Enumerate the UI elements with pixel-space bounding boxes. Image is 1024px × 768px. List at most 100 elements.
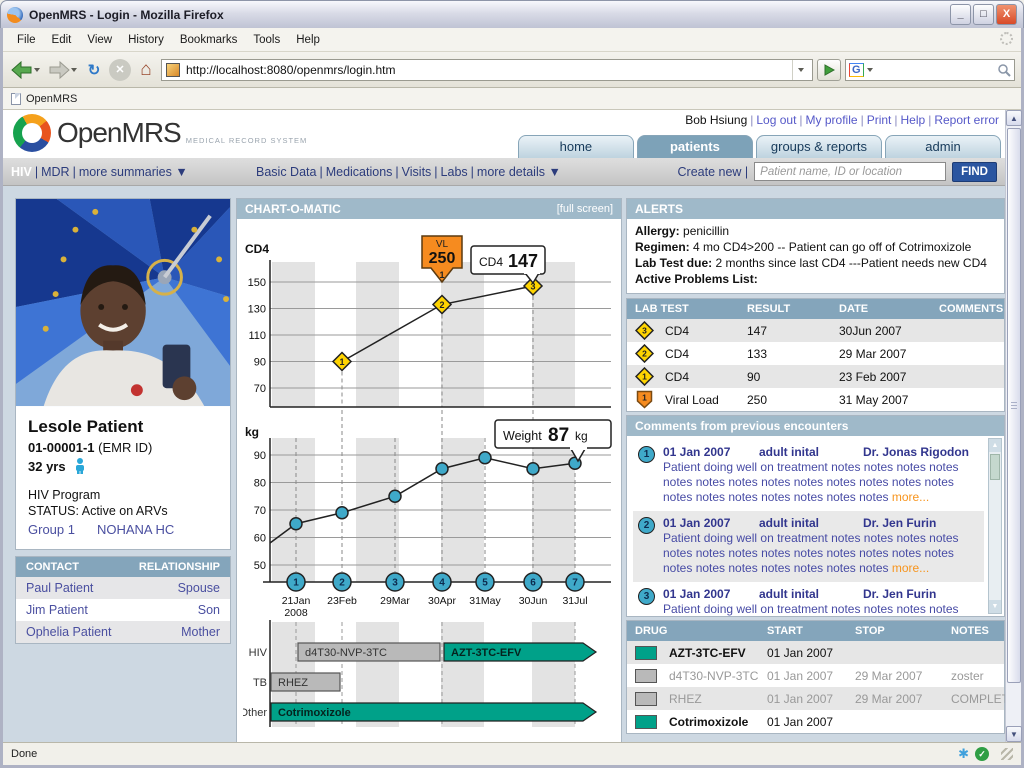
site-link[interactable]: NOHANA HC — [97, 522, 174, 537]
separator: | — [73, 165, 76, 179]
svg-text:2008: 2008 — [284, 607, 308, 619]
group-link[interactable]: Group 1 — [28, 522, 75, 537]
tab-home[interactable]: home — [518, 135, 634, 158]
more-link[interactable]: more... — [892, 561, 929, 575]
go-button[interactable] — [817, 59, 841, 81]
svg-text:AZT-3TC-EFV: AZT-3TC-EFV — [451, 647, 522, 659]
tab-admin[interactable]: admin — [885, 135, 1001, 158]
drug-header-stop: STOP — [855, 625, 951, 637]
link-my-profile[interactable]: My profile — [806, 113, 858, 127]
scrollbar-up-icon[interactable]: ▲ — [1006, 110, 1022, 126]
encounter-entry: 201 Jan 2007adult initalDr. Jen FurinPat… — [633, 511, 984, 582]
menu-view[interactable]: View — [79, 31, 120, 49]
alert-label: Lab Test due: — [635, 256, 712, 270]
scroll-up-icon[interactable]: ▲ — [989, 439, 1001, 452]
separator: | — [894, 113, 897, 127]
menu-tools[interactable]: Tools — [245, 31, 288, 49]
reload-button[interactable]: ↻ — [83, 59, 105, 81]
contact-relationship: Son — [198, 603, 220, 617]
encounter-type: adult inital — [759, 516, 863, 530]
svg-text:Cotrimoxizole: Cotrimoxizole — [278, 707, 351, 719]
menu-help[interactable]: Help — [288, 31, 328, 49]
menu-file[interactable]: File — [9, 31, 44, 49]
web-search-input[interactable] — [876, 63, 994, 77]
scroll-thumb[interactable] — [990, 454, 1000, 480]
create-new-link[interactable]: Create new | — [678, 165, 749, 179]
forward-button[interactable] — [46, 59, 79, 81]
fullscreen-link[interactable]: [full screen] — [557, 203, 613, 215]
url-dropdown-button[interactable] — [792, 60, 808, 80]
back-dropdown-icon[interactable] — [34, 68, 40, 72]
find-button[interactable]: FIND — [952, 162, 997, 182]
scroll-down-icon[interactable]: ▼ — [989, 600, 1001, 613]
link-help[interactable]: Help — [901, 113, 926, 127]
tab-patients[interactable]: patients — [637, 135, 753, 158]
security-check-icon: ✓ — [975, 747, 989, 761]
menu-bookmarks[interactable]: Bookmarks — [172, 31, 246, 49]
google-icon[interactable]: G — [849, 63, 864, 77]
drug-stop: 29 Mar 2007 — [855, 669, 951, 683]
subnav-mdr[interactable]: MDR — [41, 165, 69, 179]
alert-row: Lab Test due: 2 months since last CD4 --… — [635, 255, 996, 271]
lab-row: 1Viral Load25031 May 2007 — [627, 388, 1004, 411]
lab-rows: 3CD414730Jun 20072CD413329 Mar 20071CD49… — [627, 319, 1004, 411]
stop-button[interactable]: ✕ — [109, 59, 131, 81]
patient-card: Lesole Patient 01-00001-1 (EMR ID) 32 yr… — [15, 198, 231, 550]
link-print[interactable]: Print — [867, 113, 892, 127]
svg-text:250: 250 — [429, 250, 456, 267]
more-link[interactable]: more... — [892, 490, 929, 504]
svg-text:1: 1 — [339, 357, 344, 367]
svg-text:147: 147 — [508, 251, 538, 271]
subnav-more[interactable]: more summaries ▼ — [79, 165, 188, 179]
encounter-number-icon: 3 — [638, 588, 655, 605]
link-log-out[interactable]: Log out — [756, 113, 796, 127]
home-button[interactable]: ⌂ — [135, 59, 157, 81]
scrollbar-thumb[interactable] — [1007, 128, 1021, 683]
bookmark-openmrs[interactable]: OpenMRS — [26, 93, 77, 105]
search-engine-dropdown-icon[interactable] — [867, 68, 873, 72]
lab-result: 133 — [747, 347, 839, 361]
contact-name[interactable]: Jim Patient — [26, 603, 198, 617]
contact-relationship: Mother — [181, 625, 220, 639]
svg-text:kg: kg — [245, 425, 259, 439]
maximize-button[interactable]: □ — [973, 4, 994, 25]
subnav-labs[interactable]: Labs — [441, 165, 468, 179]
menu-edit[interactable]: Edit — [44, 31, 80, 49]
forward-dropdown-icon[interactable] — [71, 68, 77, 72]
lab-row: 1CD49023 Feb 2007 — [627, 365, 1004, 388]
svg-text:2: 2 — [642, 349, 647, 359]
drug-swatch-icon — [635, 646, 657, 660]
contact-name[interactable]: Ophelia Patient — [26, 625, 181, 639]
subnav-medications[interactable]: Medications — [326, 165, 393, 179]
svg-text:31Jul: 31Jul — [562, 595, 587, 607]
scrollbar-down-icon[interactable]: ▼ — [1006, 726, 1022, 742]
svg-text:70: 70 — [254, 505, 266, 517]
link-report-error[interactable]: Report error — [934, 113, 999, 127]
subnav-hiv[interactable]: HIV — [11, 165, 32, 179]
close-button[interactable]: X — [996, 4, 1017, 25]
page-favicon — [166, 63, 180, 77]
back-button[interactable] — [9, 59, 42, 81]
lab-marker-diamond-icon: 1 — [635, 367, 665, 386]
subnav-more-details-[interactable]: more details ▼ — [477, 165, 561, 179]
browser-scrollbar[interactable]: ▲ ▼ — [1005, 110, 1021, 742]
encounters-scrollbar[interactable]: ▲ ▼ — [988, 438, 1002, 614]
subnav-visits[interactable]: Visits — [402, 165, 432, 179]
window-body: FileEditViewHistoryBookmarksToolsHelp ↻ … — [0, 28, 1024, 768]
encounter-entry: 101 Jan 2007adult initalDr. Jonas Rigodo… — [633, 440, 984, 511]
menu-bar: FileEditViewHistoryBookmarksToolsHelp — [3, 28, 1021, 52]
drug-rows: AZT-3TC-EFV01 Jan 2007d4T30-NVP-3TC01 Ja… — [627, 641, 1004, 733]
menu-history[interactable]: History — [120, 31, 172, 49]
status-text: Done — [11, 748, 37, 760]
svg-text:d4T30-NVP-3TC: d4T30-NVP-3TC — [305, 647, 387, 659]
contact-name[interactable]: Paul Patient — [26, 581, 178, 595]
patient-search-input[interactable] — [754, 162, 946, 181]
drug-start: 01 Jan 2007 — [767, 715, 855, 729]
subnav-basic-data[interactable]: Basic Data — [256, 165, 316, 179]
throbber-icon — [1000, 32, 1013, 45]
tab-groups-reports[interactable]: groups & reports — [756, 135, 882, 158]
magnifier-icon[interactable] — [997, 63, 1011, 77]
patient-program: HIV Program — [28, 488, 218, 502]
url-input[interactable] — [184, 62, 788, 78]
minimize-button[interactable]: _ — [950, 4, 971, 25]
